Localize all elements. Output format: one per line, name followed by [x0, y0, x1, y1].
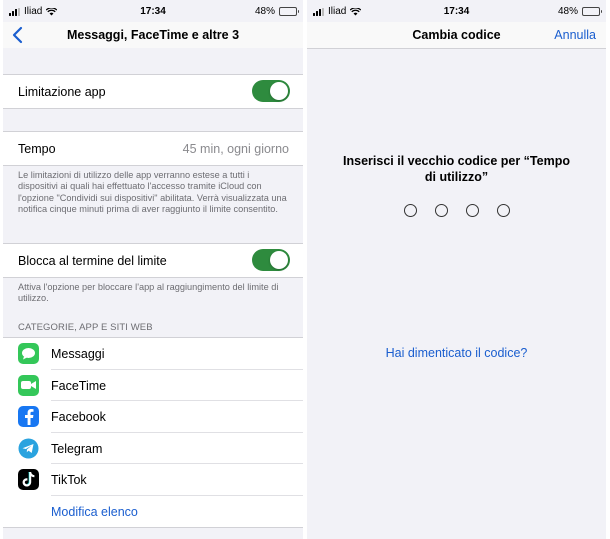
passcode-digit-dot [496, 204, 510, 217]
divider [3, 165, 303, 166]
list-item-facebook: Facebook [3, 401, 303, 433]
edit-list-row: Modifica elenco [3, 495, 303, 527]
time-value: 45 min, ogni giorno [182, 142, 289, 156]
facebook-icon [18, 406, 39, 427]
time-label: Tempo [18, 142, 56, 156]
app-name: Messaggi [51, 347, 105, 361]
page-title: Messaggi, FaceTime e altre 3 [66, 28, 240, 42]
list-item-messaggi: Messaggi [3, 338, 303, 370]
app-limit-toggle[interactable] [252, 80, 290, 102]
divider [307, 48, 606, 49]
app-limit-label: Limitazione app [18, 85, 106, 99]
time-row[interactable]: Tempo 45 min, ogni giorno [3, 132, 303, 165]
battery-status: 48% [557, 6, 602, 17]
passcode-digit-dot [403, 204, 417, 217]
app-name: FaceTime [51, 378, 107, 393]
app-name: Telegram [51, 441, 103, 456]
passcode-entry[interactable] [307, 204, 606, 217]
app-name: Facebook [51, 410, 106, 424]
app-name: TikTok [51, 473, 87, 487]
tiktok-icon [18, 469, 39, 490]
status-bar: Iliad 17:34 48% [307, 0, 606, 22]
divider [3, 277, 303, 278]
passcode-digit-dot [434, 204, 448, 217]
battery-percent: 48% [557, 6, 578, 17]
telegram-icon [18, 438, 39, 459]
edit-list-link[interactable]: Modifica elenco [51, 505, 138, 519]
list-item-tiktok: TikTok [3, 464, 303, 496]
list-item-facetime: FaceTime [3, 369, 303, 401]
block-at-limit-label: Blocca al termine del limite [18, 254, 167, 268]
passcode-digit-dot [465, 204, 479, 217]
battery-icon [582, 7, 602, 16]
cancel-button[interactable]: Annulla [554, 28, 596, 42]
navigation-bar: Messaggi, FaceTime e altre 3 [3, 22, 303, 48]
section-header: CATEGORIE, APP E SITI WEB [18, 322, 153, 333]
status-bar: Iliad 17:34 48% [3, 0, 303, 22]
battery-status: 48% [254, 6, 299, 17]
divider [3, 527, 303, 528]
time-footnote: Le limitazioni di utilizzo delle app ver… [18, 170, 287, 215]
block-footnote: Attiva l'opzione per bloccare l'app al r… [18, 282, 279, 304]
screen-time-settings-panel: Iliad 17:34 48% Messaggi, FaceTime e alt… [3, 0, 303, 539]
forgot-passcode-link[interactable]: Hai dimenticato il codice? [307, 346, 606, 360]
divider [3, 108, 303, 109]
messages-icon [18, 343, 39, 364]
block-at-limit-row: Blocca al termine del limite [3, 244, 303, 277]
battery-percent: 48% [254, 6, 275, 17]
change-passcode-panel: Iliad 17:34 48% Cambia codice Annulla In… [307, 0, 606, 539]
facetime-icon [18, 374, 39, 396]
passcode-prompt: Inserisci il vecchio codice per “Tempo d… [343, 154, 570, 184]
list-item-telegram: Telegram [3, 432, 303, 464]
app-limit-row: Limitazione app [3, 75, 303, 108]
navigation-bar: Cambia codice Annulla [307, 22, 606, 48]
battery-icon [279, 7, 299, 16]
block-at-limit-toggle[interactable] [252, 249, 290, 271]
